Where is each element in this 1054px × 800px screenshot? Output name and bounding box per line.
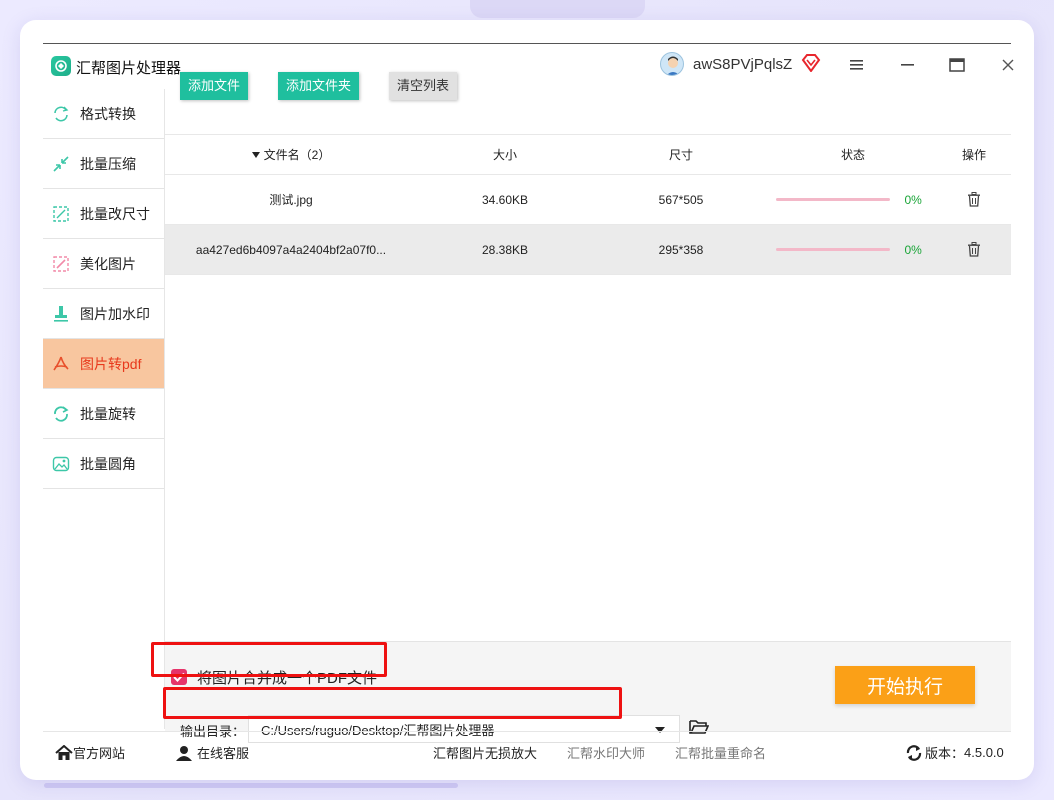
- file-size: 28.38KB: [481, 242, 529, 257]
- sidebar-item-label: 格式转换: [80, 105, 136, 122]
- clear-list-button[interactable]: 清空列表: [389, 72, 458, 100]
- compress-icon: [51, 154, 71, 174]
- merge-option[interactable]: 将图片合并成一个PDF文件: [171, 664, 377, 690]
- merge-label: 将图片合并成一个PDF文件: [197, 669, 378, 687]
- pdf-icon: [51, 354, 71, 374]
- file-dimension: 567*505: [658, 192, 704, 207]
- add-file-button[interactable]: 添加文件: [180, 72, 249, 100]
- format-convert-icon: [51, 104, 71, 124]
- file-status: 0%: [769, 225, 937, 274]
- resize-icon: [51, 204, 71, 224]
- trash-icon: [968, 242, 980, 257]
- version-label: 版本：: [925, 746, 965, 761]
- watermark-icon: [51, 304, 71, 324]
- header-dimension: 尺寸: [668, 148, 693, 162]
- round-corner-icon: [51, 454, 71, 474]
- progress-percent: 0%: [904, 242, 922, 257]
- sort-down-icon: [251, 151, 260, 158]
- delete-button[interactable]: [937, 175, 1011, 224]
- trash-icon: [968, 192, 980, 207]
- progress-bar: [775, 248, 890, 251]
- version-number: 4.5.0.0: [964, 745, 1004, 760]
- progress-percent: 0%: [904, 192, 922, 207]
- sidebar-item-label: 批量压缩: [80, 155, 136, 172]
- app-card: 汇帮图片处理器 awS8PVjPqlsZ 格式转换 批量压缩 批量改尺寸 美化图…: [20, 20, 1034, 780]
- close-icon[interactable]: [998, 55, 1018, 75]
- sidebar-item-rotate[interactable]: 批量旋转: [43, 389, 164, 439]
- sidebar-item-compress[interactable]: 批量压缩: [43, 139, 164, 189]
- file-status: 0%: [769, 175, 937, 224]
- header-size: 大小: [492, 148, 517, 162]
- menu-icon[interactable]: [847, 55, 867, 75]
- beautify-icon: [51, 254, 71, 274]
- file-table: 文件名（2） 大小 尺寸 状态 操作 测试.jpg 34.60KB 567*50…: [165, 134, 1011, 275]
- app-logo-icon: [51, 56, 71, 76]
- sidebar-item-image-to-pdf[interactable]: 图片转pdf: [43, 339, 164, 389]
- avatar-icon[interactable]: [660, 52, 684, 76]
- table-header: 文件名（2） 大小 尺寸 状态 操作: [165, 134, 1011, 175]
- refresh-icon: [906, 744, 922, 761]
- lossless-enlarge-link[interactable]: 汇帮图片无损放大: [433, 743, 537, 762]
- home-icon: [55, 744, 73, 760]
- merge-checkbox[interactable]: [171, 669, 187, 685]
- app-title: 汇帮图片处理器: [76, 60, 182, 77]
- file-name: 测试.jpg: [269, 193, 313, 207]
- username[interactable]: awS8PVjPqlsZ: [693, 56, 792, 73]
- start-button[interactable]: 开始执行: [835, 666, 975, 704]
- maximize-icon[interactable]: [947, 55, 967, 75]
- sidebar-item-label: 图片转pdf: [80, 355, 142, 372]
- background-bar: [44, 783, 458, 788]
- background-tab: [470, 0, 645, 18]
- watermark-master-link[interactable]: 汇帮水印大师: [567, 743, 645, 762]
- table-row[interactable]: aa427ed6b4097a4a2404bf2a07f0... 28.38KB …: [165, 225, 1011, 275]
- user-service-icon: [176, 745, 192, 761]
- sidebar-item-round-corner[interactable]: 批量圆角: [43, 439, 164, 489]
- file-size: 34.60KB: [481, 192, 529, 207]
- vip-diamond-icon[interactable]: [801, 54, 821, 77]
- minimize-icon[interactable]: [898, 55, 918, 75]
- sidebar-item-label: 美化图片: [80, 255, 136, 272]
- rotate-icon: [51, 404, 71, 424]
- sidebar-item-label: 批量改尺寸: [80, 205, 150, 222]
- sidebar-item-label: 批量圆角: [80, 455, 136, 472]
- file-name: aa427ed6b4097a4a2404bf2a07f0...: [195, 242, 387, 257]
- status-bar: 官方网站 在线客服 汇帮图片无损放大 汇帮水印大师 汇帮批量重命名 版本： 4.…: [43, 731, 1011, 768]
- sidebar-item-label: 批量旋转: [80, 405, 136, 422]
- sidebar-item-format-convert[interactable]: 格式转换: [43, 89, 164, 139]
- customer-service-link[interactable]: 在线客服: [175, 743, 249, 762]
- progress-bar: [775, 198, 890, 201]
- sidebar: 格式转换 批量压缩 批量改尺寸 美化图片 图片加水印 图片转pdf 批量旋转 批…: [43, 89, 165, 729]
- header-name[interactable]: 文件名（2）: [165, 135, 417, 174]
- header-status: 状态: [840, 148, 865, 162]
- sidebar-item-watermark[interactable]: 图片加水印: [43, 289, 164, 339]
- sidebar-item-label: 图片加水印: [80, 305, 150, 322]
- file-dimension: 295*358: [658, 242, 704, 257]
- batch-rename-link[interactable]: 汇帮批量重命名: [675, 743, 766, 762]
- table-row[interactable]: 测试.jpg 34.60KB 567*505 0%: [165, 175, 1011, 225]
- website-link[interactable]: 官方网站: [55, 743, 125, 762]
- delete-button[interactable]: [937, 225, 1011, 274]
- version-info[interactable]: 版本： 4.5.0.0: [905, 743, 1004, 762]
- sidebar-item-beautify[interactable]: 美化图片: [43, 239, 164, 289]
- header-action: 操作: [961, 148, 986, 162]
- add-folder-button[interactable]: 添加文件夹: [278, 72, 360, 100]
- app-window: 汇帮图片处理器 awS8PVjPqlsZ 格式转换 批量压缩 批量改尺寸 美化图…: [43, 43, 1014, 768]
- sidebar-item-resize[interactable]: 批量改尺寸: [43, 189, 164, 239]
